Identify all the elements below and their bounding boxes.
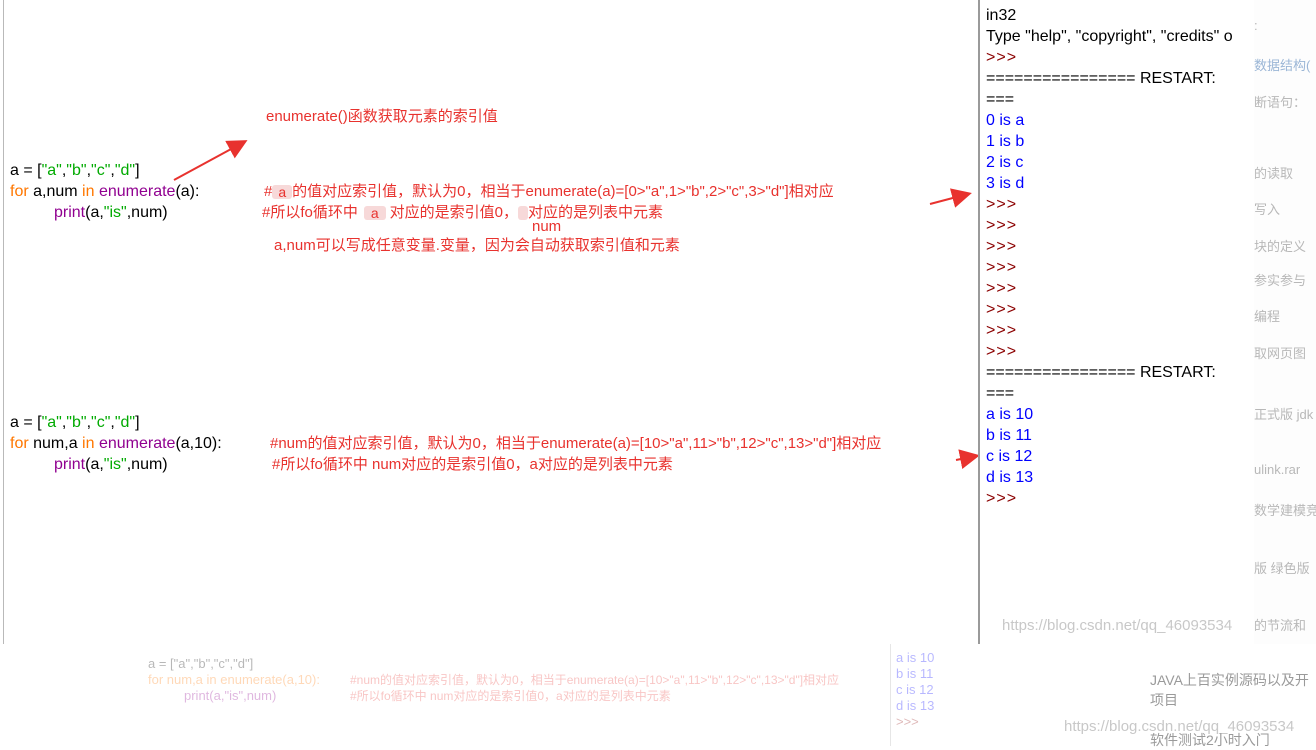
faded-shell-line: a is 10	[896, 650, 935, 665]
shell-line: d is 13	[986, 469, 1034, 486]
related-article-title-cont[interactable]: 项目	[1150, 690, 1178, 710]
article-sidebar: : 数据结构( 断语句： 的读取写入块的定义参实参与编程取网页图正式版 jdk ulin…	[1254, 0, 1316, 746]
faded-shell-line: b is 11	[896, 666, 934, 681]
sidebar-article-item[interactable]: 数据结构(	[1254, 55, 1310, 74]
shell-prompt: >>>	[986, 217, 1018, 234]
faded-note-2: #所以fo循环中 num对应的是索引值0，a对应的是列表中元素	[350, 689, 671, 703]
shell-prompt: >>>	[986, 196, 1018, 213]
shell-prompt: >>>	[986, 238, 1018, 255]
sidebar-article-item[interactable]: ulink.rar	[1254, 462, 1300, 477]
faded-divider	[890, 644, 891, 746]
faded-code-line-1: a = ["a","b","c","d"]	[148, 656, 254, 671]
sidebar-article-item[interactable]: 参实参与	[1254, 270, 1306, 289]
shell-line: ================ RESTART:	[986, 364, 1216, 381]
shell-line: ================ RESTART:	[986, 70, 1216, 87]
faded-shell-line: c is 12	[896, 682, 934, 697]
sidebar-article-item[interactable]: 的读取	[1254, 163, 1293, 182]
sidebar-article-item[interactable]: 写入	[1254, 199, 1280, 218]
sidebar-article-item[interactable]: 正式版 jdk	[1254, 404, 1313, 423]
faded-note-1: #num的值对应索引值，默认为0，相当于enumerate(a)=[10>"a"…	[350, 673, 840, 687]
related-article-title[interactable]: JAVA上百实例源码以及开	[1150, 670, 1309, 690]
faded-code-line-2: for num,a in enumerate(a,10):	[148, 672, 320, 687]
shell-prompt: >>>	[986, 49, 1018, 66]
arrow-to-title	[173, 140, 248, 181]
shell-line: a is 10	[986, 406, 1034, 423]
faded-shell-line: >>>	[896, 714, 919, 729]
shell-line: 1 is b	[986, 133, 1025, 150]
sidebar-article-item[interactable]: 版 绿色版	[1254, 558, 1310, 577]
shell-prompt: >>>	[986, 343, 1018, 360]
shell-line: 0 is a	[986, 112, 1025, 129]
shell-line: 3 is d	[986, 175, 1025, 192]
shell-line: ===	[986, 385, 1015, 402]
shell-line: in32	[986, 7, 1017, 24]
watermark-top: https://blog.csdn.net/qq_46093534	[1002, 617, 1233, 634]
shell-prompt: >>>	[986, 301, 1018, 318]
faded-shell-line: d is 13	[896, 698, 935, 713]
sidebar-article-item[interactable]: 数学建模竞	[1254, 500, 1316, 519]
sidebar-article-item[interactable]: 编程	[1254, 306, 1280, 325]
shell-prompt: >>>	[986, 259, 1018, 276]
arrow-to-output-2	[955, 449, 978, 469]
sidebar-article-item[interactable]: 断语句：	[1254, 92, 1306, 111]
sidebar-article-item[interactable]: 的节流和	[1254, 615, 1306, 634]
shell-prompt: >>>	[986, 322, 1018, 339]
shell-line: Type "help", "copyright", "credits" o	[986, 28, 1233, 45]
code-editor[interactable]: a = ["a","b","c","d"] for a,num in enume…	[0, 0, 978, 644]
annotation-arrows	[173, 140, 978, 469]
sidebar-article-item[interactable]: 块的定义	[1254, 236, 1306, 255]
shell-line: 2 is c	[986, 154, 1024, 171]
arrow-to-output-1	[929, 188, 972, 208]
shell-line: b is 11	[986, 427, 1032, 444]
sidebar-article-item[interactable]: :	[1254, 18, 1258, 33]
sidebar-article-item[interactable]: 取网页图	[1254, 343, 1306, 362]
shell-prompt: >>>	[986, 280, 1018, 297]
faded-code-line-3: print(a,"is",num)	[184, 688, 277, 703]
shell-line: c is 12	[986, 448, 1033, 465]
faded-preview-strip: a = ["a","b","c","d"] for num,a in enume…	[0, 644, 1316, 748]
related-article-2[interactable]: 软件测试2小时入门	[1150, 730, 1270, 750]
python-shell-output[interactable]: in32 Type "help", "copyright", "credits" …	[978, 0, 1256, 644]
shell-prompt: >>>	[986, 490, 1018, 507]
shell-line: ===	[986, 91, 1015, 108]
